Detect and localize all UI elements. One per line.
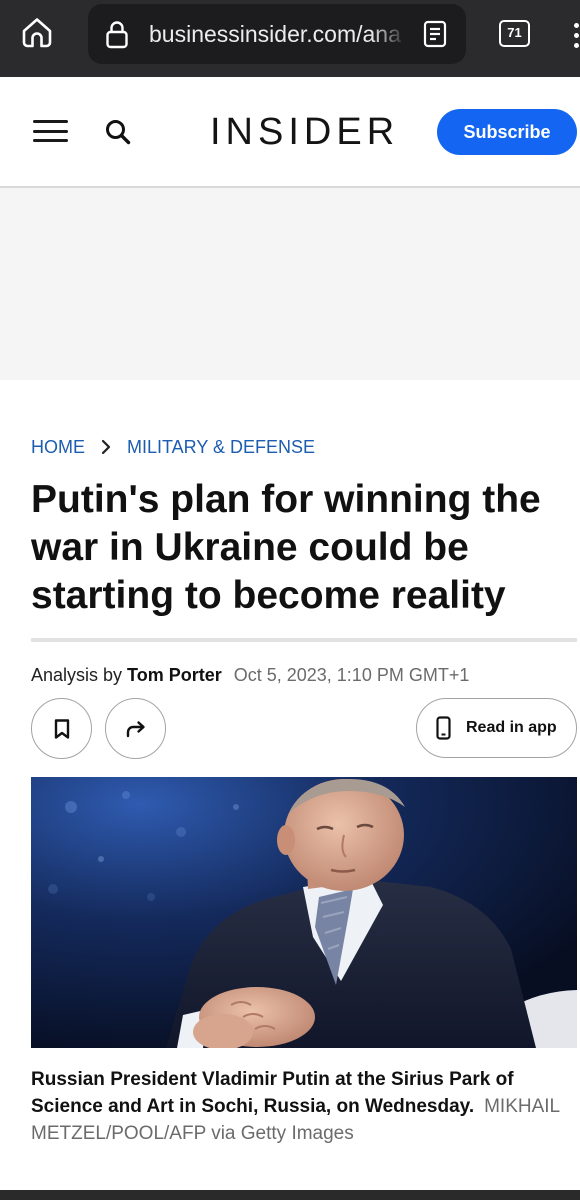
- article-headline: Putin's plan for winning the war in Ukra…: [31, 478, 541, 617]
- share-button[interactable]: [105, 698, 166, 759]
- read-in-app-label: Read in app: [466, 719, 557, 736]
- breadcrumb-home-link[interactable]: HOME: [31, 435, 85, 459]
- caption-text: Russian President Vladimir Putin at the …: [31, 1069, 514, 1117]
- search-icon: [106, 120, 131, 145]
- breadcrumb-section-link[interactable]: MILITARY & DEFENSE: [127, 435, 315, 459]
- chevron-right-icon: [101, 439, 111, 455]
- tab-count: 71: [507, 25, 522, 40]
- menu-icon-bar: [33, 120, 68, 123]
- tab-switcher-button[interactable]: 71: [499, 20, 530, 47]
- home-button[interactable]: [19, 14, 55, 50]
- hero-caption: Russian President Vladimir Putin at the …: [31, 1066, 577, 1147]
- byline-prefix: Analysis by: [31, 665, 123, 685]
- menu-icon-bar: [33, 129, 68, 133]
- author-link[interactable]: Tom Porter: [127, 665, 222, 685]
- menu-button[interactable]: [33, 120, 68, 142]
- url-text[interactable]: businessinsider.com/ana: [149, 4, 407, 64]
- breadcrumb: HOME MILITARY & DEFENSE: [31, 435, 315, 459]
- lock-icon[interactable]: [104, 19, 130, 49]
- bookmark-button[interactable]: [31, 698, 92, 759]
- reader-mode-icon[interactable]: [423, 20, 447, 48]
- more-options-icon[interactable]: [574, 23, 580, 49]
- ad-slot: [0, 188, 580, 380]
- search-button[interactable]: [104, 118, 132, 146]
- bookmark-icon: [54, 718, 69, 739]
- home-icon: [22, 18, 52, 48]
- read-in-app-button[interactable]: Read in app: [416, 698, 577, 758]
- browser-bottom-bar: [0, 1190, 580, 1200]
- subscribe-button[interactable]: Subscribe: [437, 109, 577, 155]
- menu-dot: [574, 33, 579, 38]
- menu-icon-bar: [33, 139, 68, 142]
- insider-logo[interactable]: INSIDER: [210, 111, 399, 153]
- phone-icon: [436, 716, 451, 740]
- browser-toolbar: businessinsider.com/ana 71: [0, 0, 580, 77]
- hero-image: [31, 777, 577, 1048]
- address-bar[interactable]: businessinsider.com/ana: [88, 4, 466, 64]
- menu-dot: [574, 43, 579, 48]
- publish-date: Oct 5, 2023, 1:10 PM GMT+1: [233, 665, 470, 685]
- headline-divider: [31, 638, 577, 642]
- menu-dot: [574, 23, 579, 28]
- byline: Analysis by Tom Porter Oct 5, 2023, 1:10 P…: [31, 663, 469, 687]
- share-icon: [126, 720, 145, 737]
